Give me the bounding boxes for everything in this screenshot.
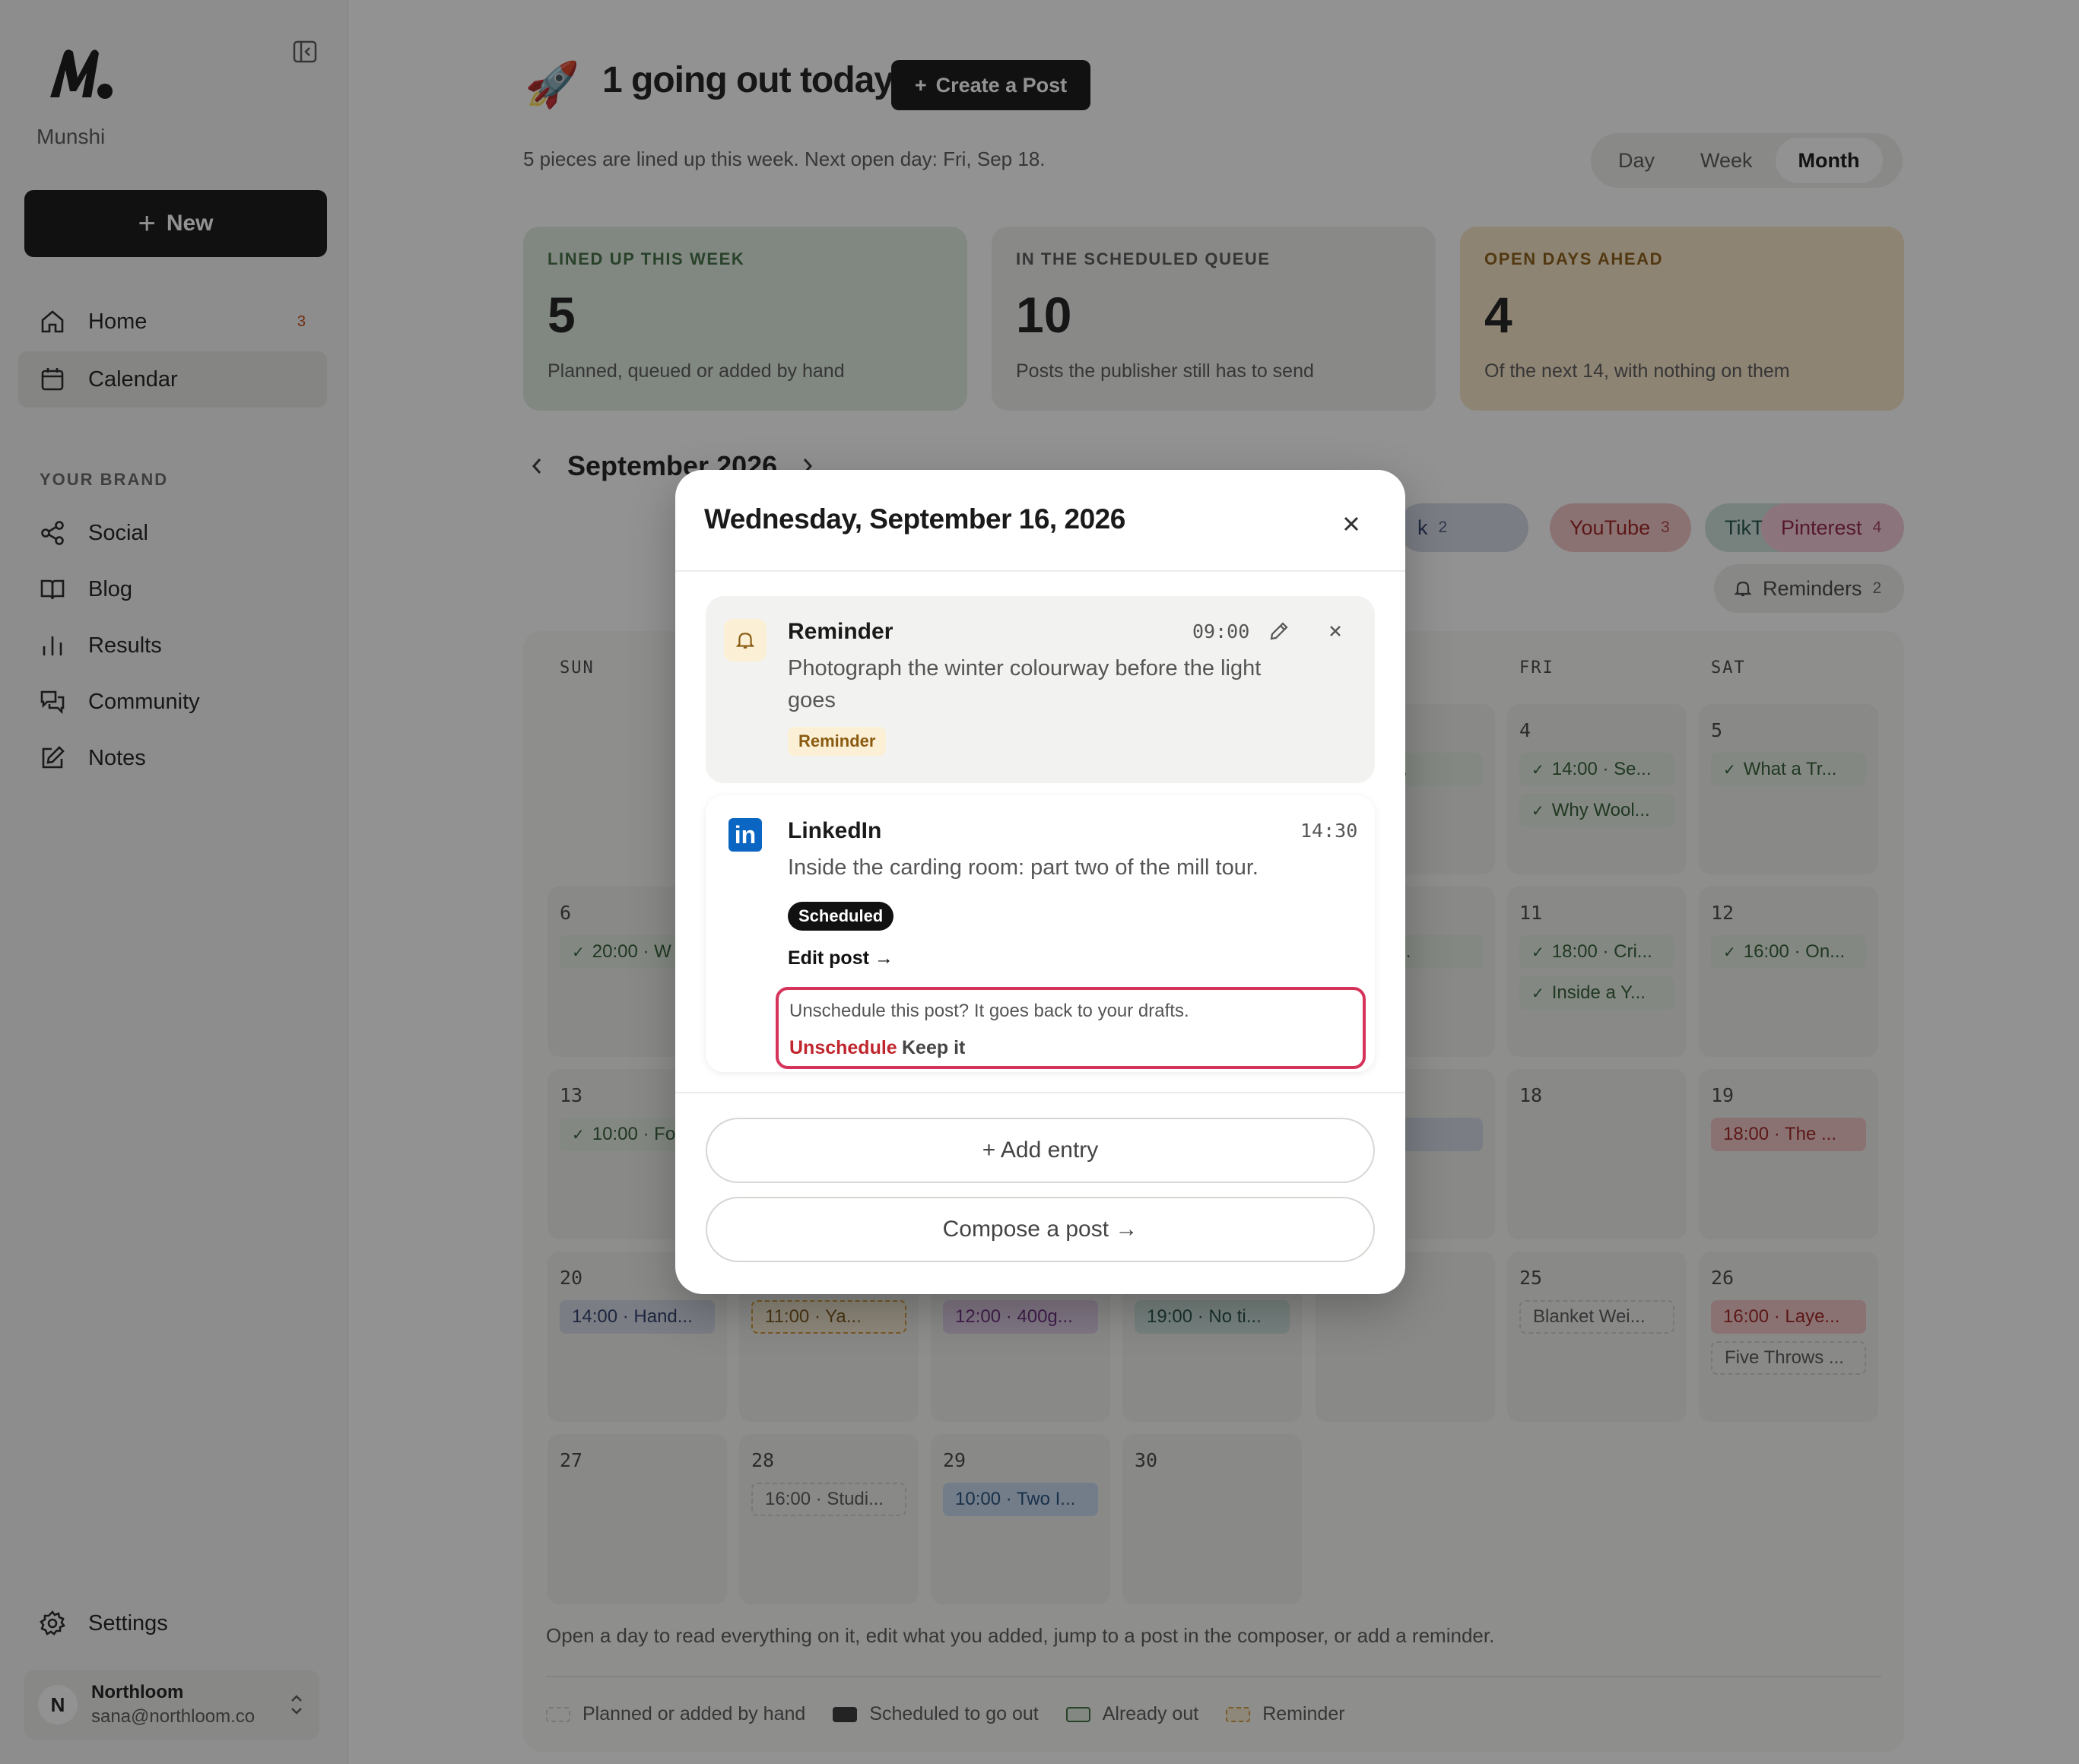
confirm-question: Unschedule this post? It goes back to yo…: [789, 1001, 1189, 1021]
post-entry: in LinkedIn 14:30 Inside the carding roo…: [706, 795, 1375, 1072]
entry-time: 14:30: [1300, 820, 1358, 842]
modal-title: Wednesday, September 16, 2026: [704, 503, 1125, 535]
edit-post-link[interactable]: Edit post →: [788, 947, 893, 969]
compose-post-button[interactable]: Compose a post →: [706, 1197, 1375, 1262]
day-detail-modal: Wednesday, September 16, 2026 Reminder 0…: [675, 470, 1405, 1294]
linkedin-icon: in: [728, 818, 762, 852]
close-icon[interactable]: [1337, 509, 1366, 538]
bell-icon: [724, 619, 767, 662]
reminder-entry: Reminder 09:00 Photograph the winter col…: [706, 596, 1375, 783]
status-badge: Scheduled: [788, 902, 894, 931]
unschedule-confirmation: Unschedule this post? It goes back to yo…: [776, 987, 1366, 1069]
entry-time: 09:00: [1192, 620, 1250, 642]
divider: [675, 1092, 1405, 1093]
pencil-icon[interactable]: [1267, 619, 1291, 643]
keep-button[interactable]: Keep it: [902, 1037, 965, 1059]
entry-body: Inside the carding room: part two of the…: [788, 855, 1259, 880]
entry-body: Photograph the winter colourway before t…: [788, 656, 1262, 712]
unschedule-button[interactable]: Unschedule: [789, 1037, 897, 1059]
reminder-tag: Reminder: [788, 727, 887, 756]
add-entry-button[interactable]: + Add entry: [706, 1118, 1375, 1183]
divider: [675, 570, 1405, 572]
close-icon[interactable]: [1323, 619, 1347, 643]
entry-title: LinkedIn: [788, 818, 882, 843]
entry-title: Reminder: [788, 619, 893, 644]
